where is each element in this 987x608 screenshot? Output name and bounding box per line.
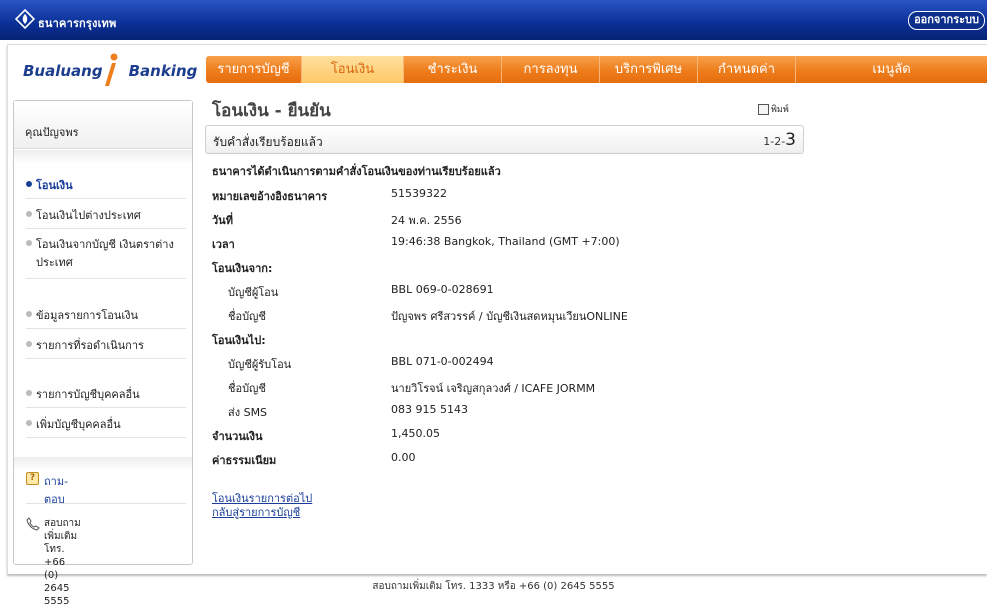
sidebar-item-label: โอนเงินจากบัญชี เงินตราต่างประเทศ: [36, 238, 174, 269]
nav-shortcut-menu[interactable]: เมนูลัด: [796, 56, 987, 83]
to-account-label: บัญชีผู้รับโอน: [228, 358, 292, 371]
sidebar-band: [14, 457, 192, 471]
sidebar-item-fcd-transfer[interactable]: โอนเงินจากบัญชี เงินตราต่างประเทศ: [26, 236, 186, 272]
bank-name: ธนาคารกรุงเทพ: [38, 17, 117, 30]
sidebar-item-label: เพิ่มบัญชีบุคคลอื่น: [36, 418, 121, 431]
sms-label: ส่ง SMS: [228, 406, 268, 419]
sidebar-item-transfer-info[interactable]: ข้อมูลรายการโอนเงิน: [26, 307, 186, 325]
step-indicator: 1-2-3: [763, 130, 796, 150]
bullet-icon: [26, 341, 32, 347]
sidebar-user: คุณปัญจพร: [14, 101, 192, 149]
amount-label: จำนวนเงิน: [212, 430, 263, 443]
sidebar-item-add-third-party[interactable]: เพิ่มบัญชีบุคคลอื่น: [26, 416, 186, 434]
time-label: เวลา: [212, 238, 235, 251]
nav-payment[interactable]: ชำระเงิน: [404, 56, 502, 83]
footer-contact: สอบถามเพิ่มเติม โทร. 1333 หรือ +66 (0) 2…: [372, 581, 615, 592]
from-account-label: บัญชีผู้โอน: [228, 286, 279, 299]
page-title: โอนเงิน - ยืนยัน: [212, 101, 331, 121]
ref-label: หมายเลขอ้างอิงธนาคาร: [212, 190, 328, 203]
contact-line-2: โทร. +66 (0) 2645 5555: [44, 544, 70, 607]
phone-icon: [26, 517, 40, 531]
step-prefix: 1-2-: [763, 135, 786, 148]
sms-value: 083 915 5143: [391, 403, 468, 416]
sidebar-item-label: โอนเงิน: [36, 179, 73, 192]
sidebar-item-label: โอนเงินไปต่างประเทศ: [36, 209, 141, 222]
sidebar-item-label: ข้อมูลรายการโอนเงิน: [36, 309, 139, 322]
bullet-icon: [26, 240, 32, 246]
from-account-value: BBL 069-0-028691: [391, 283, 494, 296]
bullet-icon: [26, 390, 32, 396]
to-account-value: BBL 071-0-002494: [391, 355, 494, 368]
question-icon: ?: [26, 472, 39, 485]
print-button[interactable]: พิมพ์: [758, 102, 789, 116]
ref-value: 51539322: [391, 187, 447, 200]
amount-value: 1,450.05: [391, 427, 440, 440]
bullet-icon: [26, 311, 32, 317]
print-label: พิมพ์: [771, 105, 789, 115]
confirmation-message: ธนาคารได้ดำเนินการตามคำสั่งโอนเงินของท่า…: [212, 165, 501, 178]
from-name-label: ชื่อบัญชี: [228, 310, 266, 323]
brand-text-1: Bualuang: [23, 62, 103, 80]
status-bar: รับคำสั่งเรียบร้อยแล้ว 1-2-3: [205, 125, 804, 154]
bullet-icon: [26, 181, 32, 187]
bullet-icon: [26, 211, 32, 217]
brand-i-icon: [105, 53, 118, 86]
nav-accounts[interactable]: รายการบัญชี: [206, 56, 302, 83]
bank-logo-icon: [15, 9, 35, 29]
to-name-label: ชื่อบัญชี: [228, 382, 266, 395]
fee-value: 0.00: [391, 451, 416, 464]
sidebar-item-transfer[interactable]: โอนเงิน: [26, 177, 186, 195]
sidebar-item-label: รายการที่รอดำเนินการ: [36, 339, 144, 352]
sidebar-item-international-transfer[interactable]: โอนเงินไปต่างประเทศ: [26, 207, 186, 225]
nav-investment[interactable]: การลงทุน: [502, 56, 600, 83]
printer-icon: [758, 104, 769, 115]
sidebar-item-pending[interactable]: รายการที่รอดำเนินการ: [26, 337, 186, 355]
sidebar-item-third-party-list[interactable]: รายการบัญชีบุคคลอื่น: [26, 386, 186, 404]
date-value: 24 พ.ค. 2556: [391, 214, 462, 227]
back-to-accounts-link[interactable]: กลับสู่รายการบัญชี: [212, 503, 300, 521]
nav-settings[interactable]: กำหนดค่า: [698, 56, 796, 83]
from-name-value: ปัญจพร ศรีสวรรค์ / บัญชีเงินสดหมุนเวียนO…: [391, 310, 628, 323]
main-nav: รายการบัญชี โอนเงิน ชำระเงิน การลงทุน บร…: [206, 56, 987, 83]
to-name-value: นายวิโรจน์ เจริญสกุลวงศ์ / ICAFE JORMM: [391, 382, 596, 395]
sidebar-band: [14, 150, 192, 164]
brand-text-2: Banking: [128, 62, 198, 80]
bullet-icon: [26, 420, 32, 426]
status-text: รับคำสั่งเรียบร้อยแล้ว: [213, 135, 323, 149]
to-heading: โอนเงินไป:: [212, 334, 266, 347]
contact-line-1: สอบถามเพิ่มเติม: [44, 518, 81, 542]
logout-button[interactable]: ออกจากระบบ: [908, 11, 985, 30]
nav-transfer[interactable]: โอนเงิน: [302, 56, 404, 83]
bualuang-ibanking-logo: Bualuang Banking: [13, 52, 197, 88]
nav-special-services[interactable]: บริการพิเศษ: [600, 56, 698, 83]
step-current: 3: [785, 130, 796, 150]
top-bar: ธนาคารกรุงเทพ ออกจากระบบ: [0, 0, 987, 40]
user-name: คุณปัญจพร: [25, 126, 79, 139]
from-heading: โอนเงินจาก:: [212, 262, 273, 275]
date-label: วันที่: [212, 214, 233, 227]
sidebar: คุณปัญจพร โอนเงิน โอนเงินไปต่างประเทศ โอ…: [13, 100, 193, 607]
time-value: 19:46:38 Bangkok, Thailand (GMT +7:00): [391, 235, 620, 248]
sidebar-item-label: รายการบัญชีบุคคลอื่น: [36, 388, 140, 401]
fee-label: ค่าธรรมเนียม: [212, 454, 277, 467]
